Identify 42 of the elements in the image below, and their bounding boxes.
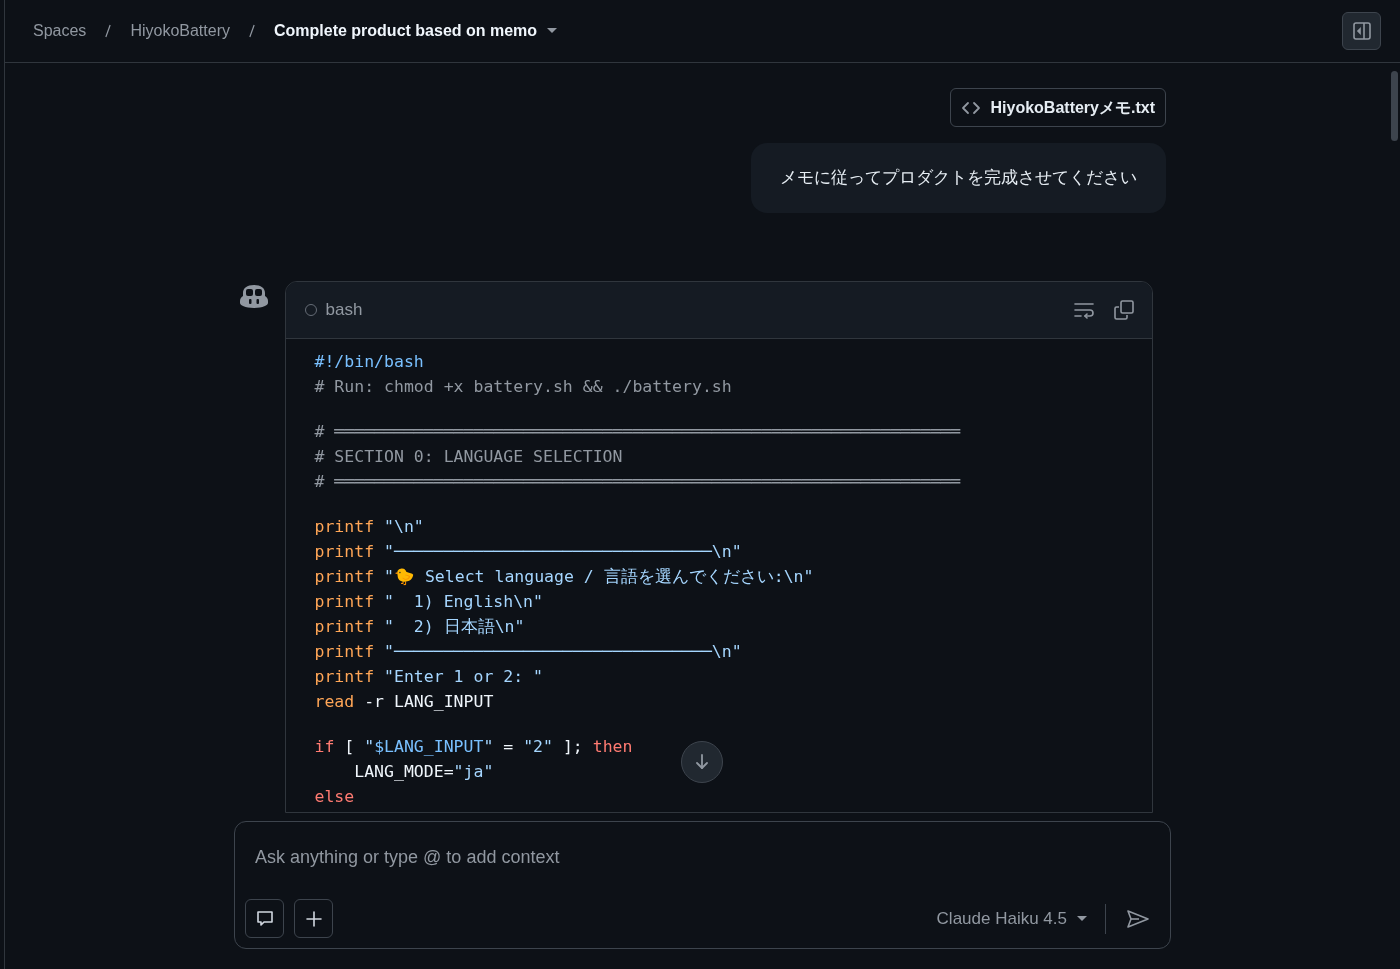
slash-separator: [105, 23, 112, 39]
code-line: printf " 1) English\n": [314, 591, 543, 612]
code-line: printf "🐤 Select language / 言語を選んでください:\n": [314, 566, 814, 587]
code-line: else: [314, 786, 355, 807]
code-line: printf " 2) 日本語\n": [314, 616, 525, 637]
comment-button[interactable]: [245, 899, 284, 938]
code-line: LANG_MODE="ja": [353, 761, 494, 782]
caret-icon: [1077, 915, 1087, 922]
file-attachment-chip[interactable]: HiyokoBatteryメモ.txt: [949, 88, 1166, 127]
copilot-icon: [238, 282, 269, 309]
code-line: # SECTION 0: LANGUAGE SELECTION: [314, 446, 623, 467]
breadcrumb-link[interactable]: Spaces: [33, 19, 87, 43]
plus-icon: [305, 910, 322, 927]
code-language: bash: [325, 298, 363, 321]
arrow-down-icon: [695, 754, 709, 770]
slash-separator: [248, 23, 255, 39]
user-message: メモに従ってプロダクトを完成させてください: [780, 168, 1137, 187]
model-picker[interactable]: Claude Haiku 4.5: [936, 905, 1087, 932]
panel-icon: [1351, 21, 1372, 41]
code-line: read -r LANG_INPUT: [314, 691, 494, 712]
wrap-lines-icon[interactable]: [1073, 300, 1094, 319]
send-icon: [1127, 909, 1149, 928]
copy-icon[interactable]: [1113, 299, 1134, 320]
scrollbar-thumb[interactable]: [1391, 71, 1398, 141]
code-line: # ═══════════════════════════════════════════════════════════════: [314, 471, 961, 492]
code-icon: [960, 100, 981, 115]
code-line: printf "────────────────────────────────\n": [314, 641, 742, 662]
chat-input[interactable]: Ask anything or type @ to add context: [255, 844, 1150, 871]
add-button[interactable]: [294, 899, 333, 938]
code-line: printf "Enter 1 or 2: ": [314, 666, 543, 687]
code-line: # Run: chmod +x battery.sh && ./battery.sh: [314, 376, 732, 397]
conversation-title[interactable]: Complete product based on memo: [273, 19, 558, 43]
code-line: printf "────────────────────────────────\n": [314, 541, 742, 562]
code-line: # ═══════════════════════════════════════════════════════════════: [314, 421, 961, 442]
sidebar-toggle-button[interactable]: [1342, 12, 1381, 50]
code-line: printf "\n": [314, 516, 424, 537]
code-line: #!/bin/bash: [314, 351, 424, 372]
code-line: if [ "$LANG_INPUT" = "2" ]; then: [314, 736, 633, 757]
breadcrumb-link[interactable]: HiyokoBattery: [130, 19, 230, 43]
chat-bubble-icon: [255, 909, 274, 928]
caret-icon: [547, 28, 558, 34]
file-name: HiyokoBatteryメモ.txt: [990, 97, 1155, 118]
